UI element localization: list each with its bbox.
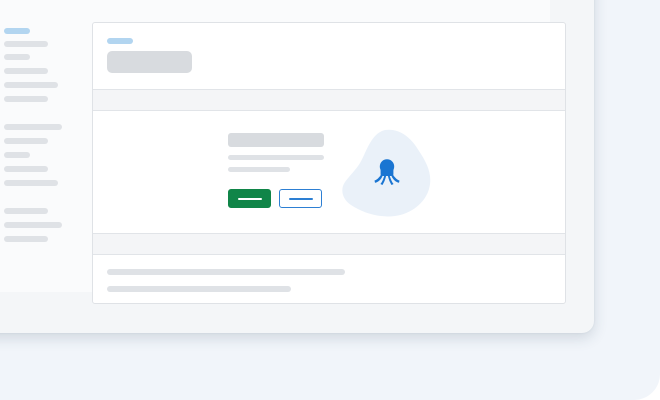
primary-action-button[interactable]	[228, 189, 271, 208]
sidebar-item[interactable]	[4, 222, 62, 228]
empty-state-description-line	[228, 155, 324, 160]
sidebar-item[interactable]	[4, 166, 48, 172]
breadcrumb[interactable]	[107, 38, 133, 44]
sidebar-item-active[interactable]	[4, 28, 30, 34]
sidebar-item[interactable]	[4, 82, 58, 88]
content-placeholder-line	[107, 286, 291, 292]
sidebar-item[interactable]	[4, 54, 30, 60]
sidebar-item[interactable]	[4, 124, 62, 130]
empty-state-title	[228, 133, 324, 147]
sidebar-item[interactable]	[4, 180, 58, 186]
sidebar-item[interactable]	[4, 68, 48, 74]
secondary-action-button[interactable]	[279, 189, 322, 208]
sidebar-item[interactable]	[4, 138, 48, 144]
section-divider-band	[93, 89, 565, 111]
page-title	[107, 51, 192, 73]
dash-icon	[237, 197, 262, 200]
octopus-illustration	[342, 129, 431, 217]
main-panel	[92, 22, 566, 304]
content-placeholder-line	[107, 269, 345, 275]
empty-state-description-line	[228, 167, 290, 172]
sidebar-item[interactable]	[4, 208, 48, 214]
sidebar-item[interactable]	[4, 236, 48, 242]
dash-icon	[288, 197, 313, 200]
section-divider-band	[93, 233, 565, 255]
sidebar-item[interactable]	[4, 96, 48, 102]
sidebar-item[interactable]	[4, 152, 30, 158]
sidebar-item[interactable]	[4, 41, 48, 47]
